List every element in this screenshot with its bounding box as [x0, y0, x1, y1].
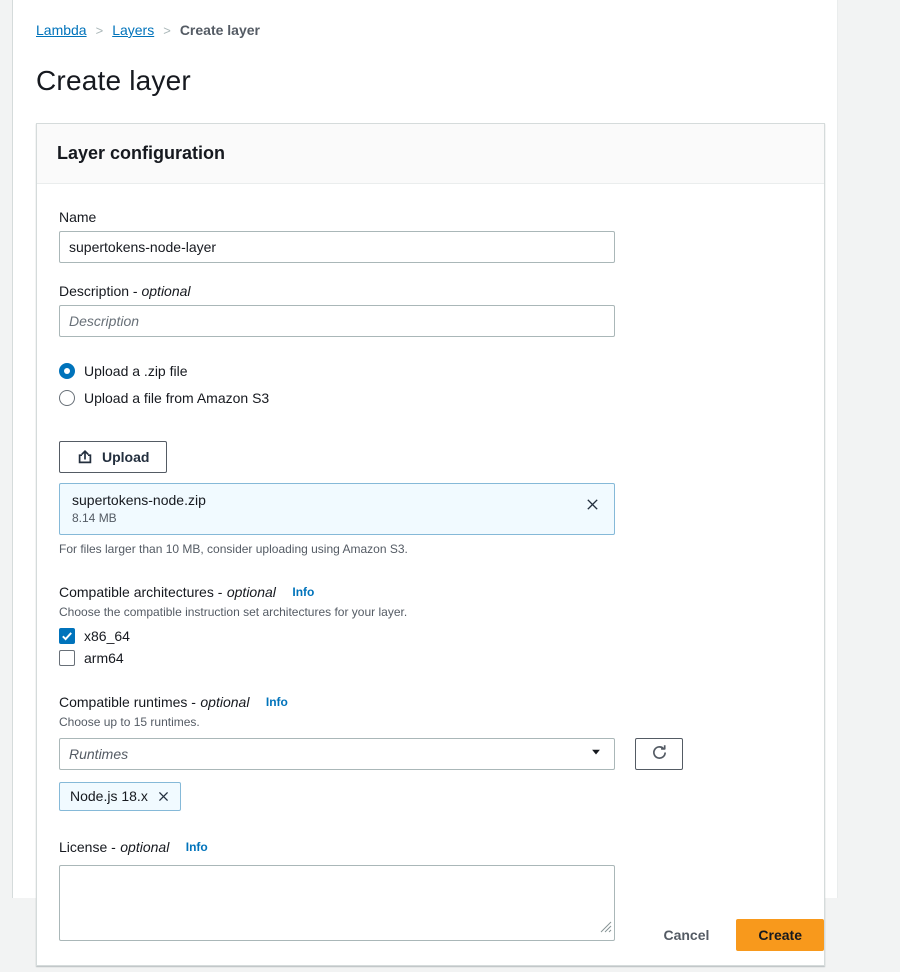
name-input[interactable] — [59, 231, 615, 263]
breadcrumb-current: Create layer — [180, 22, 260, 38]
name-label: Name — [59, 209, 802, 225]
file-size-helper-text: For files larger than 10 MB, consider up… — [59, 542, 802, 556]
refresh-icon — [651, 744, 668, 764]
radio-option-label: Upload a .zip file — [84, 363, 188, 379]
description-field-group: Description - optional — [59, 283, 802, 337]
checkbox-option-label: arm64 — [84, 650, 124, 666]
runtimes-help-text: Choose up to 15 runtimes. — [59, 715, 802, 729]
breadcrumb: Lambda > Layers > Create layer — [36, 22, 837, 38]
card-header: Layer configuration — [37, 124, 824, 184]
cancel-button[interactable]: Cancel — [663, 927, 709, 943]
checkbox-checked-icon[interactable] — [59, 628, 75, 644]
description-label-text: Description - — [59, 283, 138, 299]
create-button[interactable]: Create — [736, 919, 824, 951]
breadcrumb-link-layers[interactable]: Layers — [112, 22, 154, 38]
architectures-info-link[interactable]: Info — [292, 585, 314, 599]
runtimes-select-placeholder: Runtimes — [69, 746, 128, 762]
upload-button-label: Upload — [102, 449, 149, 465]
architectures-options: x86_64 arm64 — [59, 628, 802, 666]
radio-selected-icon[interactable] — [59, 363, 75, 379]
layer-configuration-card: Layer configuration Name Description - o… — [36, 123, 825, 966]
file-name: supertokens-node.zip — [72, 492, 602, 508]
breadcrumb-link-lambda[interactable]: Lambda — [36, 22, 87, 38]
runtimes-section: Compatible runtimes - optional Info Choo… — [59, 694, 802, 811]
description-input[interactable] — [59, 305, 615, 337]
runtimes-info-link[interactable]: Info — [266, 695, 288, 709]
radio-unselected-icon[interactable] — [59, 390, 75, 406]
file-size: 8.14 MB — [72, 511, 602, 525]
radio-option-s3[interactable]: Upload a file from Amazon S3 — [59, 390, 802, 406]
breadcrumb-separator: > — [163, 23, 171, 38]
description-label: Description - optional — [59, 283, 802, 299]
form-actions: Cancel Create — [663, 919, 824, 951]
architectures-help-text: Choose the compatible instruction set ar… — [59, 605, 802, 619]
runtime-token-label: Node.js 18.x — [70, 788, 148, 804]
checkbox-option-x86_64[interactable]: x86_64 — [59, 628, 802, 644]
remove-file-icon[interactable] — [583, 495, 602, 517]
checkbox-unchecked-icon[interactable] — [59, 650, 75, 666]
license-label: License - — [59, 839, 116, 855]
license-textarea[interactable] — [59, 865, 615, 941]
upload-source-radio-group: Upload a .zip file Upload a file from Am… — [59, 363, 802, 406]
architectures-label: Compatible architectures - — [59, 584, 222, 600]
description-optional-text: optional — [141, 283, 190, 299]
upload-icon — [77, 449, 93, 465]
refresh-runtimes-button[interactable] — [635, 738, 683, 770]
license-optional-text: optional — [120, 839, 169, 855]
card-title: Layer configuration — [57, 143, 804, 164]
checkbox-option-arm64[interactable]: arm64 — [59, 650, 802, 666]
remove-runtime-icon[interactable] — [157, 790, 170, 803]
radio-option-zip[interactable]: Upload a .zip file — [59, 363, 802, 379]
name-field-group: Name — [59, 209, 802, 263]
content-panel: Lambda > Layers > Create layer Create la… — [12, 0, 838, 898]
checkbox-option-label: x86_64 — [84, 628, 130, 644]
runtimes-select-row: Runtimes — [59, 738, 802, 770]
upload-button[interactable]: Upload — [59, 441, 167, 473]
runtimes-select[interactable]: Runtimes — [59, 738, 615, 770]
license-info-link[interactable]: Info — [186, 840, 208, 854]
runtimes-optional-text: optional — [200, 694, 249, 710]
page-title: Create layer — [36, 65, 837, 97]
card-body: Name Description - optional Upload a .zi… — [37, 184, 824, 965]
selected-file-chip: supertokens-node.zip 8.14 MB — [59, 483, 615, 535]
architectures-section: Compatible architectures - optional Info… — [59, 584, 802, 666]
runtimes-label: Compatible runtimes - — [59, 694, 196, 710]
runtime-token: Node.js 18.x — [59, 782, 181, 811]
radio-option-label: Upload a file from Amazon S3 — [84, 390, 269, 406]
breadcrumb-separator: > — [96, 23, 104, 38]
architectures-optional-text: optional — [227, 584, 276, 600]
chevron-down-icon — [590, 745, 602, 763]
